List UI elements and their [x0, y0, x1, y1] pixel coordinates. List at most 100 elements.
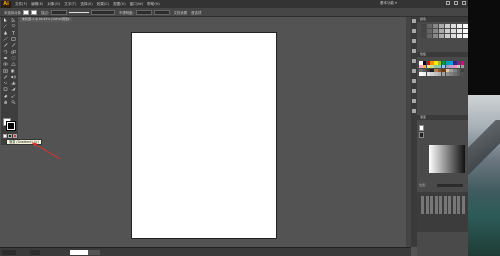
layers-panel-icon[interactable] — [412, 109, 416, 113]
color-panel-tab[interactable]: 颜色 — [417, 17, 468, 22]
color-panel-icon[interactable] — [412, 19, 416, 23]
swatch[interactable] — [421, 29, 426, 33]
horizontal-scrollbar[interactable] — [70, 250, 100, 255]
column-graph-tool-icon[interactable] — [11, 81, 16, 85]
close-button[interactable] — [462, 1, 466, 5]
gradient-preview[interactable] — [429, 145, 465, 173]
brush-preset[interactable] — [457, 196, 460, 214]
hand-tool-icon[interactable] — [3, 100, 8, 104]
scale-tool-icon[interactable] — [11, 49, 16, 54]
slice-tool-icon[interactable] — [11, 87, 16, 91]
swatch[interactable] — [433, 34, 438, 38]
swatches-panel-icon[interactable] — [412, 39, 416, 43]
fill-stroke-swatches[interactable] — [3, 118, 16, 131]
mesh-tool-icon[interactable] — [3, 68, 8, 73]
swatch[interactable] — [439, 34, 444, 38]
swatch[interactable] — [451, 24, 456, 28]
pencil-tool-icon[interactable] — [11, 43, 16, 48]
eyedropper-tool-icon[interactable] — [3, 75, 8, 79]
menu-file[interactable]: 文件(F) — [15, 2, 27, 7]
swatch[interactable] — [445, 34, 450, 38]
swatch[interactable] — [451, 29, 456, 33]
zoom-tool-icon[interactable] — [11, 100, 16, 104]
type-tool-icon[interactable] — [11, 30, 16, 35]
pen-tool-icon[interactable] — [3, 30, 8, 35]
swatch[interactable] — [439, 29, 444, 33]
rotate-tool-icon[interactable] — [3, 49, 8, 54]
menu-view[interactable]: 视图(V) — [113, 2, 125, 7]
swatch[interactable] — [427, 24, 432, 28]
swatch[interactable] — [439, 24, 444, 28]
brush-preset[interactable] — [452, 196, 456, 214]
none-mode-button[interactable] — [13, 134, 17, 138]
color-guide-icon[interactable] — [412, 29, 416, 33]
brush-definition[interactable] — [90, 9, 115, 15]
gradient-panel-tab[interactable]: 渐变 — [417, 115, 468, 120]
eraser-tool-icon[interactable] — [3, 94, 8, 98]
brushes-panel-icon[interactable] — [412, 49, 416, 53]
swatch[interactable] — [421, 34, 426, 38]
document-tab[interactable]: 未标题-1 @ 66.67% (CMYK/预览) × — [20, 17, 72, 22]
gradient-stroke-swatch[interactable] — [419, 132, 424, 138]
style-field[interactable] — [153, 9, 170, 15]
perspective-grid-tool-icon[interactable] — [11, 62, 17, 66]
menu-edit[interactable]: 编辑(E) — [31, 2, 43, 7]
gradient-tool-icon[interactable] — [11, 69, 16, 73]
blend-tool-icon[interactable] — [11, 75, 17, 79]
gradient-fill-swatch[interactable] — [419, 125, 424, 131]
brush-preset[interactable] — [439, 196, 442, 214]
preferences-button[interactable]: 首选项 — [191, 10, 201, 15]
swatch[interactable] — [457, 29, 462, 33]
gradient-mode-button[interactable] — [8, 134, 12, 138]
swatch[interactable] — [445, 24, 450, 28]
brush-preset[interactable] — [448, 196, 451, 214]
brush-preset[interactable] — [461, 196, 465, 214]
brush-preset[interactable] — [421, 196, 424, 214]
gradient-slider[interactable] — [437, 184, 463, 187]
color-guide-swatches[interactable] — [421, 24, 468, 38]
fill-swatch[interactable] — [22, 9, 29, 15]
close-icon[interactable]: × — [67, 17, 70, 22]
swatch[interactable] — [460, 72, 465, 76]
swatch[interactable] — [457, 24, 462, 28]
brush-preset[interactable] — [430, 196, 433, 214]
stroke-panel-icon[interactable] — [412, 69, 416, 73]
swatch[interactable] — [427, 34, 432, 38]
width-tool-icon[interactable] — [3, 56, 8, 60]
stroke-swatch[interactable] — [30, 9, 37, 15]
symbols-panel-icon[interactable] — [412, 59, 416, 63]
stroke-color-box[interactable] — [6, 121, 16, 131]
maximize-button[interactable] — [454, 1, 458, 5]
brush-preset[interactable] — [443, 196, 447, 214]
swatch[interactable] — [433, 29, 438, 33]
artboard-tool-icon[interactable] — [3, 87, 8, 92]
direct-selection-tool-icon[interactable] — [11, 18, 16, 23]
paintbrush-tool-icon[interactable] — [3, 43, 8, 48]
artboard[interactable] — [131, 32, 277, 239]
brush-preset[interactable] — [434, 196, 438, 214]
menu-help[interactable]: 帮助(H) — [147, 2, 160, 7]
menu-type[interactable]: 文字(T) — [64, 2, 76, 7]
swatches-panel-tab[interactable]: 色板 — [417, 52, 468, 57]
rectangle-tool-icon[interactable] — [11, 37, 16, 41]
selection-tool-icon[interactable] — [3, 18, 8, 23]
transparency-panel-icon[interactable] — [412, 89, 416, 93]
zoom-level-field[interactable] — [2, 250, 16, 255]
gradient-panel-icon[interactable] — [412, 79, 416, 83]
symbol-sprayer-tool-icon[interactable] — [3, 81, 8, 85]
workspace-switcher[interactable]: 基本功能 ▾ — [380, 1, 397, 6]
swatch[interactable] — [427, 29, 432, 33]
color-mode-button[interactable] — [3, 134, 7, 138]
swatches-grid[interactable] — [419, 61, 466, 76]
swatch[interactable] — [421, 24, 426, 28]
opacity-field[interactable] — [135, 9, 152, 15]
line-tool-icon[interactable] — [3, 37, 8, 41]
swatch[interactable] — [457, 34, 462, 38]
lasso-tool-icon[interactable] — [11, 24, 16, 28]
stroke-weight-field[interactable] — [50, 9, 67, 15]
swatch[interactable] — [445, 29, 450, 33]
menu-effect[interactable]: 效果(C) — [97, 2, 110, 7]
document-setup-button[interactable]: 文档设置 — [174, 10, 188, 15]
swatch[interactable] — [433, 24, 438, 28]
menu-window[interactable]: 窗口(W) — [130, 2, 144, 7]
